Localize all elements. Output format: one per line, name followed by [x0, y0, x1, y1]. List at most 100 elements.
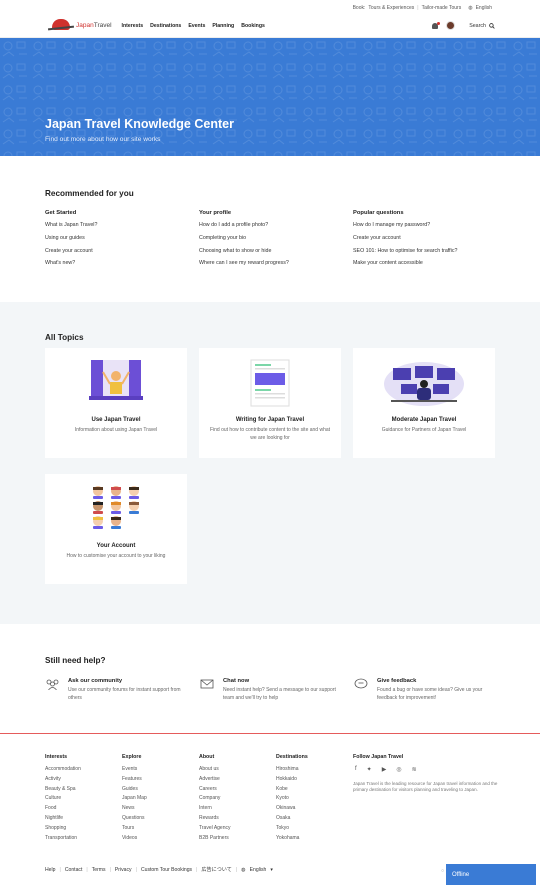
youtube-icon[interactable]: ▶: [382, 766, 387, 773]
footer-link[interactable]: Activity: [45, 776, 81, 786]
instagram-icon[interactable]: ◎: [396, 766, 401, 773]
help-section: Still need help? Ask our community Use o…: [0, 624, 540, 734]
rss-icon[interactable]: ≋: [412, 766, 417, 773]
footer-help-link[interactable]: Help: [45, 867, 55, 873]
nav-events[interactable]: Events: [188, 23, 205, 29]
article-link[interactable]: Create your account: [45, 248, 195, 261]
footer-link[interactable]: Yokohama: [276, 835, 308, 845]
nav-interests[interactable]: Interests: [122, 23, 144, 29]
footer-link[interactable]: Careers: [199, 786, 231, 796]
footer-language-selector[interactable]: English: [250, 867, 267, 873]
help-community[interactable]: Ask our community Use our community foru…: [45, 678, 185, 702]
footer-link[interactable]: Nightlife: [45, 815, 81, 825]
tours-link[interactable]: Tours & Experiences: [368, 5, 414, 11]
column-title: Get Started: [45, 210, 77, 216]
footer-link[interactable]: Shopping: [45, 825, 81, 835]
divider: |: [135, 866, 137, 873]
tailor-link[interactable]: Tailor-made Tours: [422, 5, 462, 11]
footer-link[interactable]: Okinawa: [276, 805, 308, 815]
nav-planning[interactable]: Planning: [212, 23, 234, 29]
footer-link[interactable]: Travel Agency: [199, 825, 231, 835]
topic-card-moderate[interactable]: Moderate Japan Travel Guidance for Partn…: [353, 348, 495, 458]
language-selector[interactable]: English: [476, 5, 492, 11]
footer-column-title: Explore: [122, 754, 142, 760]
article-link[interactable]: What's new?: [45, 260, 195, 273]
avatar[interactable]: [446, 21, 456, 30]
footer-link[interactable]: Videos: [122, 835, 147, 845]
footer-link[interactable]: News: [122, 805, 147, 815]
footer-link[interactable]: Transportation: [45, 835, 81, 845]
footer-terms-link[interactable]: Terms: [92, 867, 106, 873]
divider: |: [196, 866, 198, 873]
article-link[interactable]: Completing your bio: [199, 235, 349, 248]
chat-widget[interactable]: Offline: [446, 864, 536, 885]
help-feedback[interactable]: Give feedback Found a bug or have some i…: [354, 678, 494, 702]
footer-link[interactable]: Hiroshima: [276, 766, 308, 776]
footer-link[interactable]: Culture: [45, 795, 81, 805]
footer-link[interactable]: Guides: [122, 786, 147, 796]
card-description: Find out how to contribute content to th…: [209, 427, 331, 441]
book-label: Book:: [352, 5, 366, 11]
nav-destinations[interactable]: Destinations: [150, 23, 181, 29]
search-button[interactable]: Search: [469, 23, 495, 29]
divider: |: [109, 866, 111, 873]
facebook-icon[interactable]: f: [355, 766, 357, 773]
article-link[interactable]: Choosing what to show or hide: [199, 248, 349, 261]
footer-link[interactable]: Advertise: [199, 776, 231, 786]
article-link[interactable]: How do I manage my password?: [353, 222, 503, 235]
topic-card-account[interactable]: Your Account How to customise your accou…: [45, 474, 187, 584]
footer-link[interactable]: B2B Partners: [199, 835, 231, 845]
footer-column-title: About: [199, 754, 215, 760]
mail-icon: [200, 679, 214, 689]
help-heading: Still need help?: [45, 656, 106, 665]
footer-link[interactable]: Beauty & Spa: [45, 786, 81, 796]
footer-bottom-links: Help | Contact | Terms | Privacy | Custo…: [45, 866, 273, 874]
notification-bell-icon[interactable]: [432, 21, 441, 29]
footer-column: Explore Events Features Guides Japan Map…: [122, 754, 147, 844]
twitter-icon[interactable]: ✦: [367, 766, 372, 773]
article-link[interactable]: Create your account: [353, 235, 503, 248]
recommended-heading: Recommended for you: [45, 189, 134, 198]
footer-link[interactable]: Osaka: [276, 815, 308, 825]
footer-link[interactable]: Questions: [122, 815, 147, 825]
topics-heading: All Topics: [45, 333, 84, 342]
article-link[interactable]: SEO 101: How to optimise for search traf…: [353, 248, 503, 261]
footer-link[interactable]: Events: [122, 766, 147, 776]
minimize-icon[interactable]: ○: [441, 868, 444, 874]
footer-column: About About us Advertise Careers Company…: [199, 754, 231, 844]
nav-right: Search: [432, 21, 495, 30]
footer-link[interactable]: Kyoto: [276, 795, 308, 805]
help-chat[interactable]: Chat now Need instant help? Send a messa…: [200, 678, 340, 702]
footer-link[interactable]: Tokyo: [276, 825, 308, 835]
article-link[interactable]: Using our guides: [45, 235, 195, 248]
footer-link[interactable]: Company: [199, 795, 231, 805]
footer-link[interactable]: Japan Map: [122, 795, 147, 805]
window-illustration: [89, 360, 143, 400]
footer-link[interactable]: Features: [122, 776, 147, 786]
topic-card-writing[interactable]: Writing for Japan Travel Find out how to…: [199, 348, 341, 458]
nav-bookings[interactable]: Bookings: [241, 23, 265, 29]
topic-card-use[interactable]: Use Japan Travel Information about using…: [45, 348, 187, 458]
article-link[interactable]: Make your content accessible: [353, 260, 503, 273]
feedback-icon: [354, 678, 368, 689]
footer-link[interactable]: Tours: [122, 825, 147, 835]
article-link[interactable]: What is Japan Travel?: [45, 222, 195, 235]
article-link[interactable]: Where can I see my reward progress?: [199, 260, 349, 273]
footer-contact-link[interactable]: Contact: [65, 867, 83, 873]
footer-link[interactable]: Accommodation: [45, 766, 81, 776]
footer-link[interactable]: About us: [199, 766, 231, 776]
footer-link[interactable]: Rewards: [199, 815, 231, 825]
page-title: Japan Travel Knowledge Center: [45, 117, 234, 131]
globe-icon: ◍: [468, 5, 473, 11]
footer-link[interactable]: Intern: [199, 805, 231, 815]
footer-privacy-link[interactable]: Privacy: [115, 867, 132, 873]
footer-link[interactable]: Food: [45, 805, 81, 815]
footer-custom-tours-link[interactable]: Custom Tour Bookings: [141, 867, 192, 873]
globe-icon: ◍: [241, 866, 246, 873]
card-title: Your Account: [96, 543, 136, 549]
footer-link[interactable]: Kobe: [276, 786, 308, 796]
article-link[interactable]: How do I add a profile photo?: [199, 222, 349, 235]
site-logo[interactable]: JapanTravel: [47, 19, 112, 32]
footer-link[interactable]: Hokkaido: [276, 776, 308, 786]
footer-advertising-link[interactable]: 広告について: [201, 866, 231, 873]
